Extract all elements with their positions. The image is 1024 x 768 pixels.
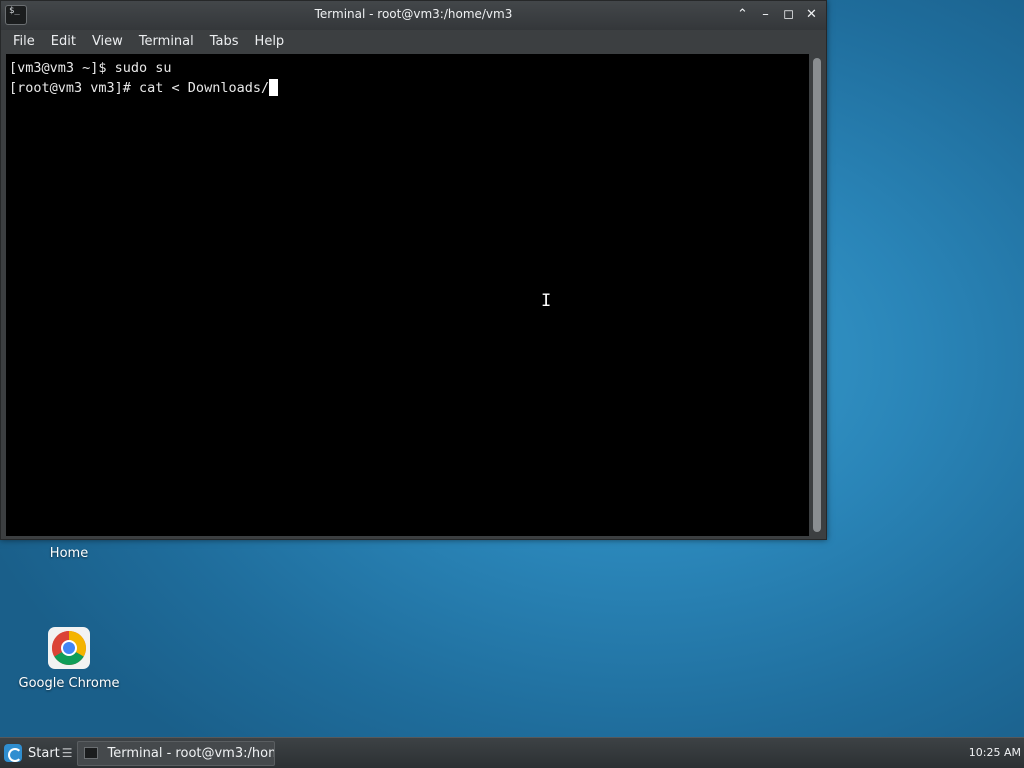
maximize-button[interactable]: ◻	[780, 6, 797, 23]
minimize-button[interactable]: –	[757, 6, 774, 23]
menu-help[interactable]: Help	[247, 34, 293, 49]
terminal-output[interactable]: [vm3@vm3 ~]$ sudo su [root@vm3 vm3]# cat …	[6, 54, 809, 536]
terminal-task-icon	[83, 747, 98, 759]
menu-terminal[interactable]: Terminal	[131, 34, 202, 49]
start-button[interactable]: Start ☰	[0, 738, 73, 768]
terminal-scrollbar[interactable]	[809, 54, 826, 536]
menubar: File Edit View Terminal Tabs Help	[1, 30, 826, 53]
taskbar-item-terminal[interactable]: Terminal - root@vm3:/hom…	[76, 740, 275, 766]
menu-view[interactable]: View	[84, 34, 131, 49]
desktop-icon-home-label: Home	[49, 546, 89, 561]
start-label: Start	[28, 745, 60, 761]
terminal-line-text: [root@vm3 vm3]# cat < Downloads/	[9, 80, 270, 96]
chrome-icon	[48, 627, 90, 669]
shade-button[interactable]: ⌃	[734, 6, 751, 23]
menu-icon: ☰	[61, 746, 73, 760]
desktop-icon-google-chrome[interactable]: Google Chrome	[14, 626, 124, 691]
clock[interactable]: 10:25 AM	[969, 746, 1021, 759]
taskbar-item-label: Terminal - root@vm3:/hom…	[107, 745, 274, 761]
desktop-icon-google-chrome-label: Google Chrome	[18, 676, 120, 691]
terminal-window: $_ Terminal - root@vm3:/home/vm3 ⌃ – ◻ ✕…	[0, 0, 827, 540]
menu-file[interactable]: File	[5, 34, 43, 49]
start-logo-icon	[4, 744, 22, 762]
window-controls: ⌃ – ◻ ✕	[734, 6, 820, 23]
terminal-prompt-line: [root@vm3 vm3]# cat < Downloads/	[9, 78, 809, 98]
menu-edit[interactable]: Edit	[43, 34, 84, 49]
close-button[interactable]: ✕	[803, 6, 820, 23]
terminal-line: [vm3@vm3 ~]$ sudo su	[9, 60, 172, 76]
window-titlebar[interactable]: $_ Terminal - root@vm3:/home/vm3 ⌃ – ◻ ✕	[1, 1, 826, 30]
ibeam-cursor-icon: I	[541, 291, 552, 311]
text-cursor	[269, 79, 279, 96]
window-title: Terminal - root@vm3:/home/vm3	[314, 7, 513, 21]
menu-tabs[interactable]: Tabs	[202, 34, 247, 49]
scrollbar-thumb[interactable]	[813, 58, 821, 532]
taskbar: Start ☰ Terminal - root@vm3:/hom… 10:25 …	[0, 737, 1024, 768]
